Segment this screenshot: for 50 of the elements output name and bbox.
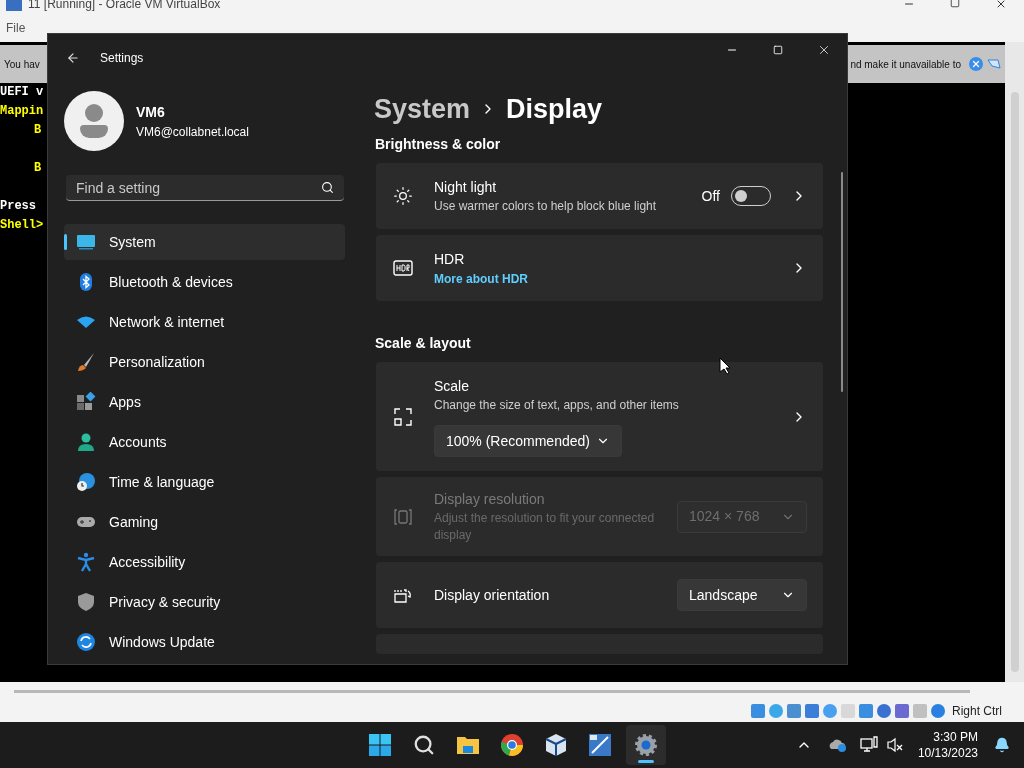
card-title: Display orientation: [434, 585, 551, 605]
page-title: Display: [506, 92, 603, 126]
nav-item[interactable]: Privacy & security: [64, 584, 345, 620]
search-field[interactable]: Find a setting: [66, 175, 344, 201]
menu-item[interactable]: File: [6, 19, 26, 37]
host-key-label: Right Ctrl: [952, 703, 1002, 720]
nav-item[interactable]: Personalization: [64, 344, 345, 380]
user-email: VM6@collabnet.local: [136, 123, 249, 141]
section-heading: Scale & layout: [375, 334, 472, 353]
nav-item[interactable]: Bluetooth & devices: [64, 264, 345, 300]
nav-item[interactable]: Gaming: [64, 504, 345, 540]
nav-item[interactable]: Windows Update: [64, 624, 345, 660]
dropdown[interactable]: Landscape: [677, 579, 807, 611]
card-description: Use warmer colors to help block blue light: [434, 198, 658, 215]
console-line: UEFI v: [0, 84, 44, 101]
section-heading: Brightness & color: [375, 135, 502, 154]
nav-item[interactable]: Accessibility: [64, 544, 345, 580]
breadcrumb-parent[interactable]: System: [374, 88, 471, 130]
card-title: HDR: [434, 249, 466, 269]
search-input[interactable]: Find a setting: [76, 175, 321, 200]
more-link[interactable]: More about HDR: [434, 269, 771, 288]
nav-item[interactable]: Accounts: [64, 424, 345, 460]
console-line: Press: [0, 198, 36, 215]
card-description: Change the size of text, apps, and other items: [434, 397, 680, 414]
console-line: Mappin: [0, 103, 44, 120]
nav-item[interactable]: System: [64, 224, 345, 260]
setting-card[interactable]: Night light Use warmer colors to help block blue light Off: [376, 163, 823, 229]
console-line: B: [34, 122, 42, 139]
clock-time: 3:30 PM: [933, 729, 978, 745]
notice-text: You hav: [4, 57, 40, 72]
setting-card[interactable]: Scale Change the size of text, apps, and other items 100% (Recommended): [376, 362, 823, 471]
console-line: Shell>: [0, 217, 44, 234]
window-title: Settings: [100, 50, 144, 67]
card-title: Display resolution: [434, 490, 546, 509]
nav-item[interactable]: Time & language: [64, 464, 345, 500]
console-line: B: [34, 160, 42, 177]
setting-card[interactable]: Display orientation Landscape: [376, 562, 823, 628]
user-name: VM6: [136, 102, 166, 122]
card-title: Scale: [434, 377, 471, 396]
window-title: 11 [Running] - Oracle VM VirtualBox: [28, 0, 221, 13]
dropdown[interactable]: 100% (Recommended): [434, 425, 622, 457]
clock-date: 10/13/2023: [917, 745, 978, 761]
setting-card[interactable]: HDR More about HDR: [376, 235, 823, 301]
nav-item[interactable]: Apps: [64, 384, 345, 420]
card-title: Night light: [434, 178, 498, 197]
clock[interactable]: 3:30 PM 10/13/2023: [917, 729, 978, 761]
card-description: Adjust the resolution to fit your connected display: [434, 510, 656, 544]
notice-text: nd make it unavailable to: [850, 57, 961, 72]
toggle-state: Off: [701, 186, 720, 206]
nav-item[interactable]: Network & internet: [64, 304, 345, 340]
